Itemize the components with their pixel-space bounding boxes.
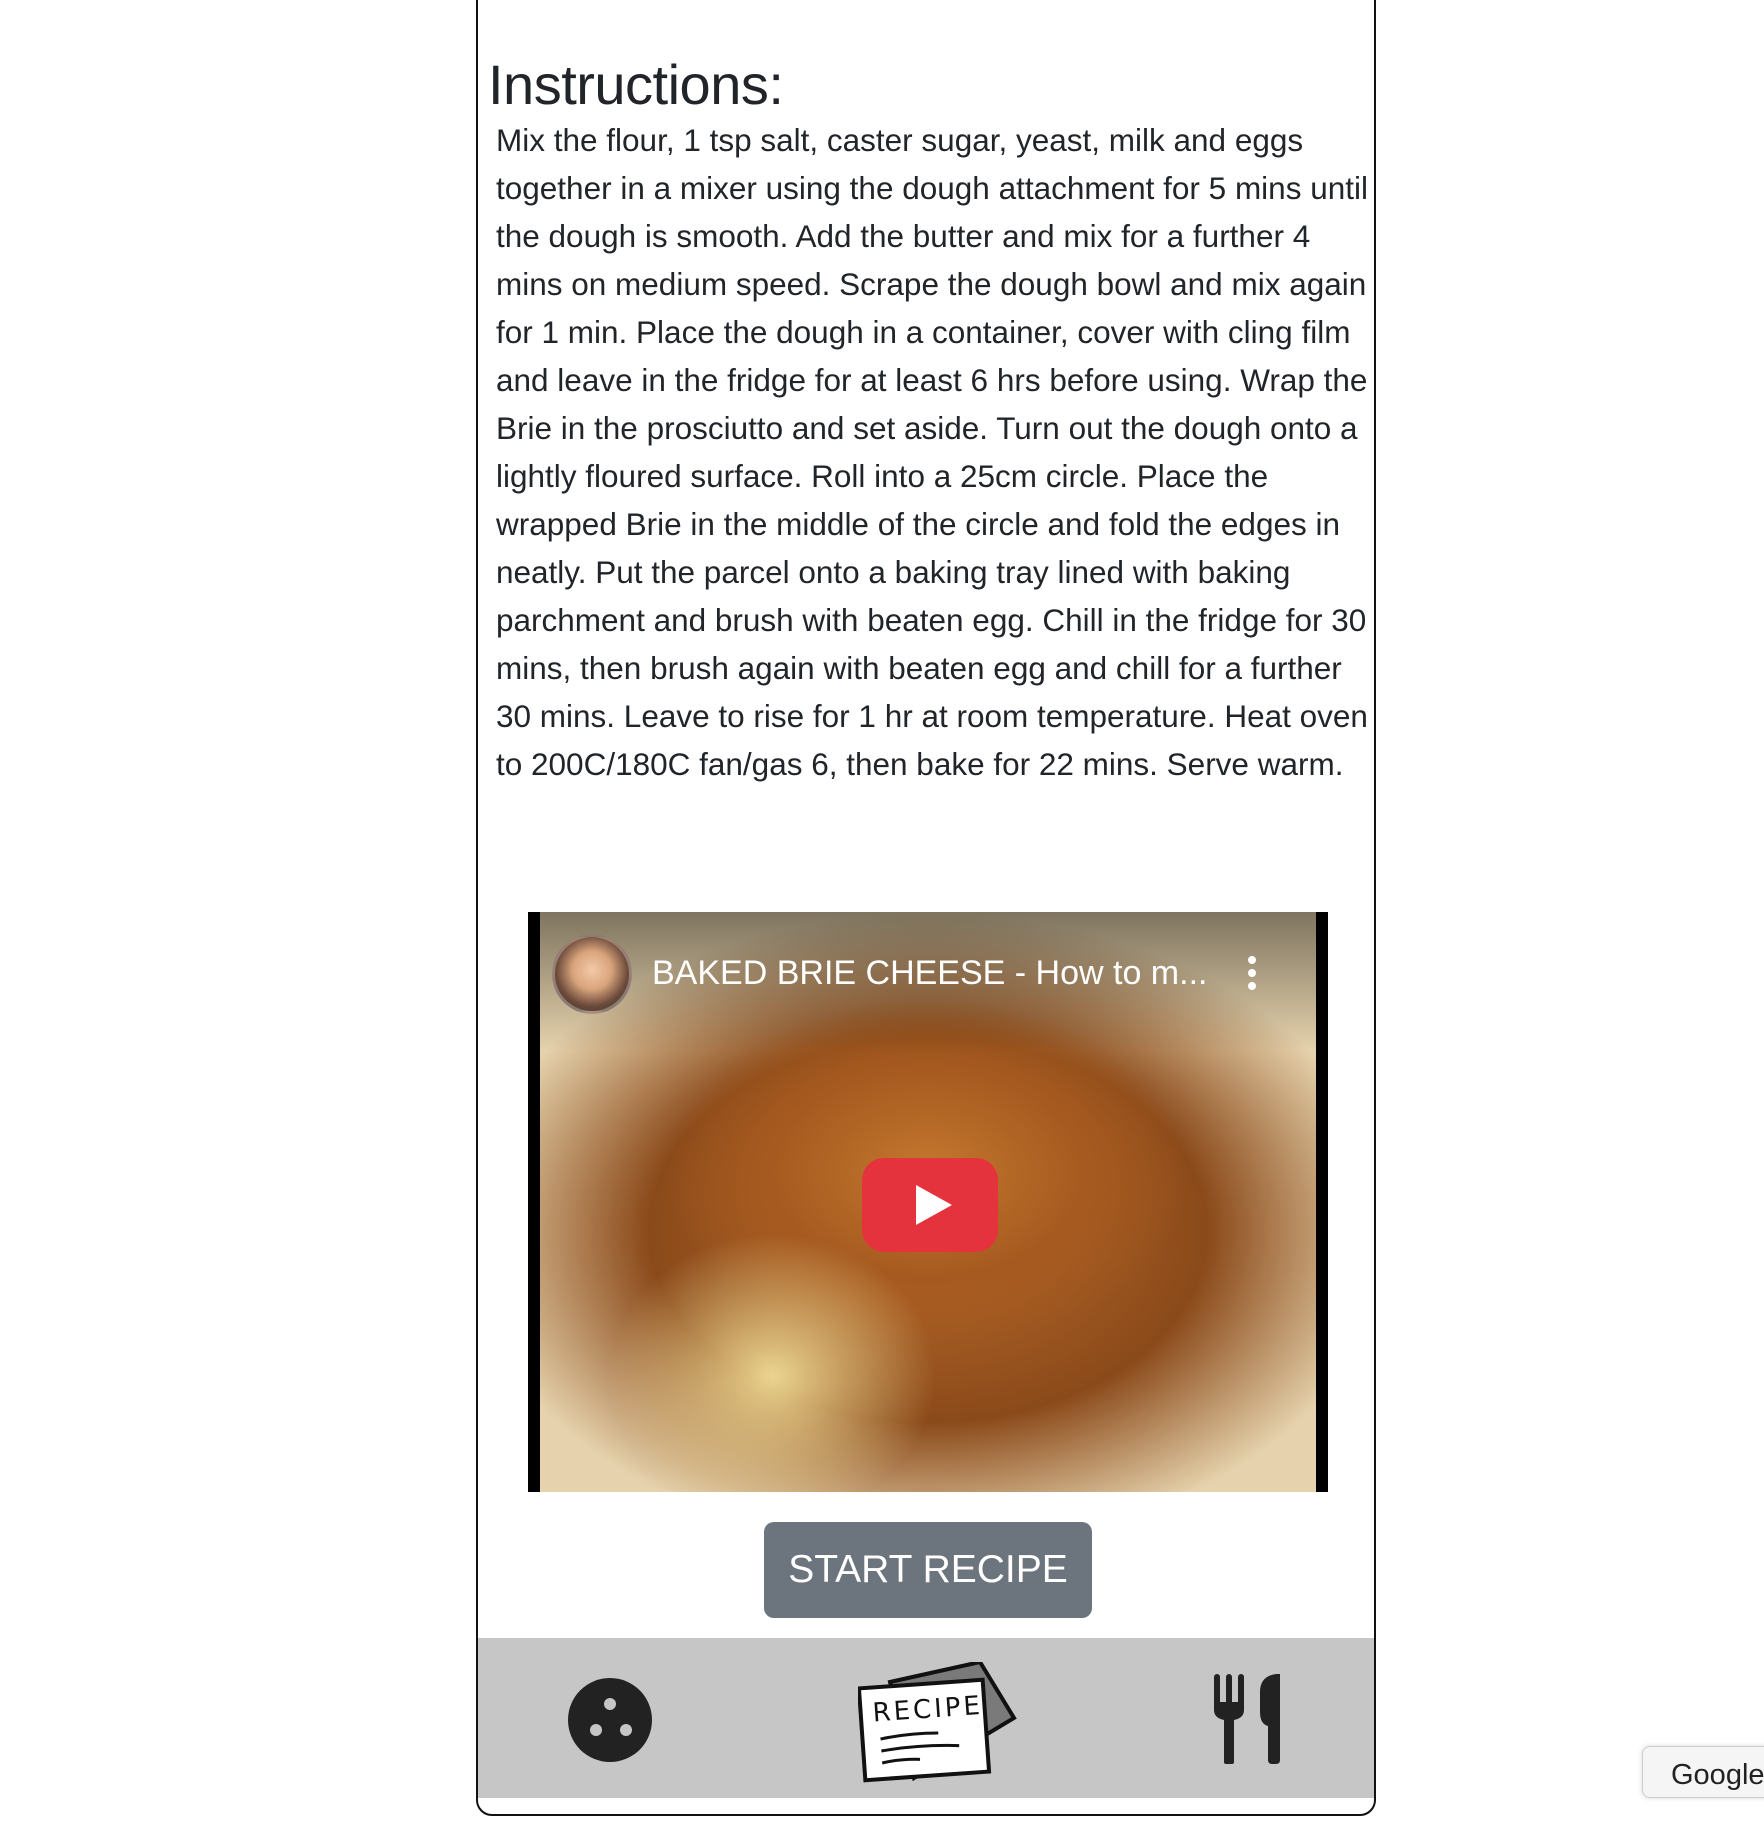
cookie-icon[interactable] [566,1676,654,1769]
recipe-card-icon[interactable]: RECIPE [856,1659,1018,1791]
fork-knife-icon[interactable] [1212,1674,1292,1769]
google-tab[interactable]: Google [1642,1746,1764,1798]
instructions-heading: Instructions: [488,53,784,116]
play-icon[interactable] [862,1158,998,1252]
more-options-icon[interactable] [1246,956,1258,994]
bottom-navigation: RECIPE [478,1638,1374,1798]
video-title[interactable]: BAKED BRIE CHEESE - How to m... [652,954,1207,993]
instructions-text: Mix the flour, 1 tsp salt, caster sugar,… [496,122,1368,782]
app-frame: Instructions: Mix the flour, 1 tsp salt,… [476,0,1376,1816]
channel-avatar[interactable] [552,934,632,1014]
youtube-video-embed[interactable]: BAKED BRIE CHEESE - How to m... [528,912,1328,1492]
start-recipe-button[interactable]: START RECIPE [764,1522,1092,1618]
